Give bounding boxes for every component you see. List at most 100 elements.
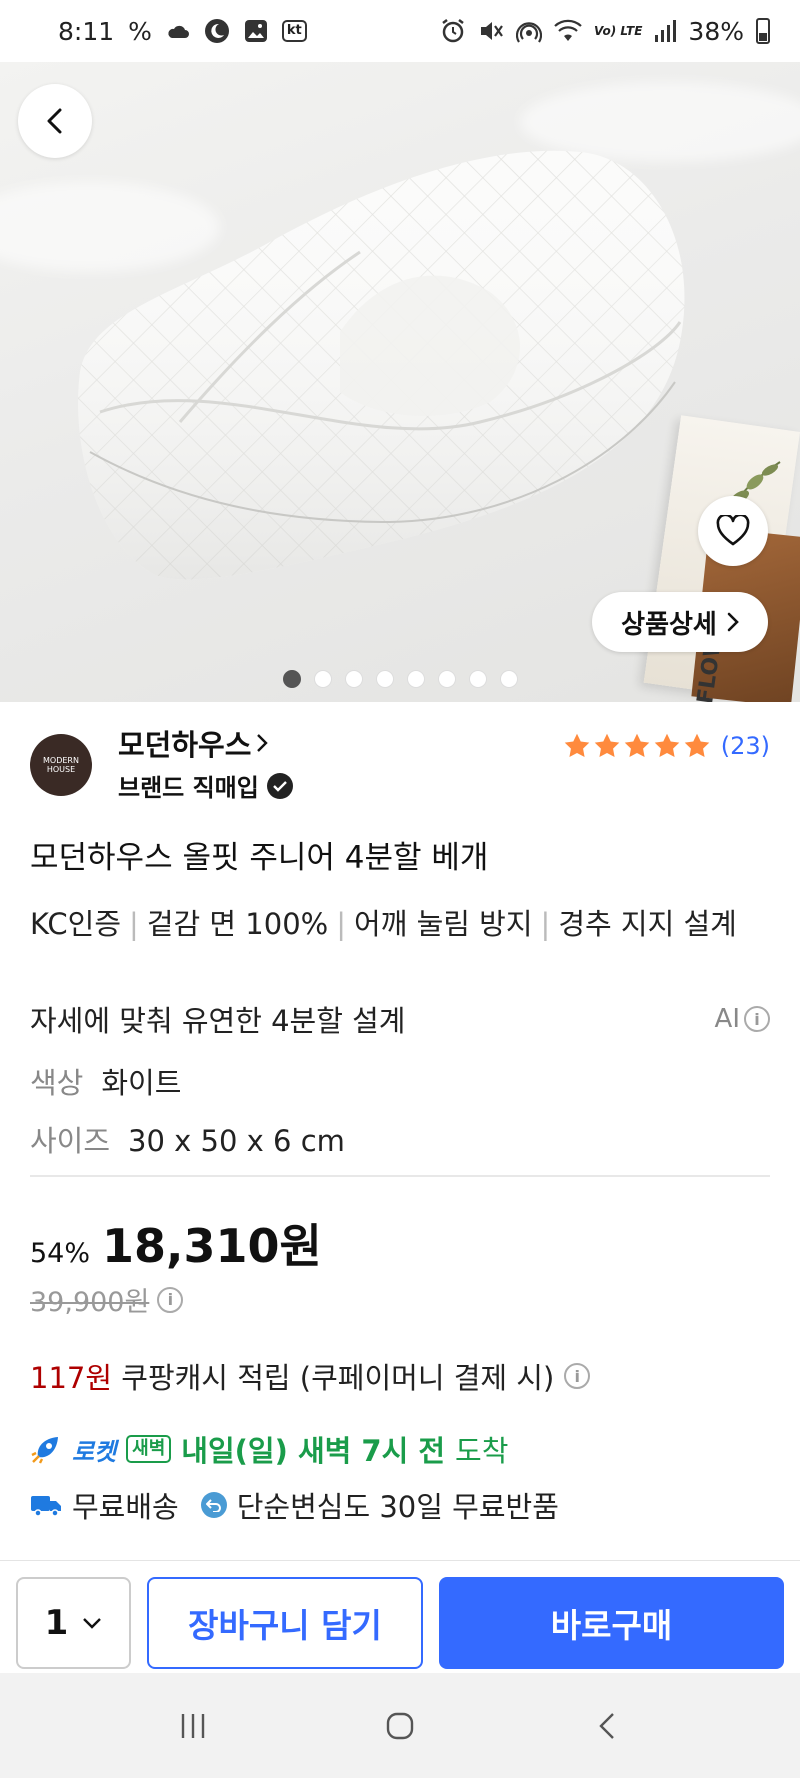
system-nav-bar [0, 1673, 800, 1778]
free-return: 단순변심도 30일 무료반품 [200, 1484, 559, 1526]
option-size: 사이즈 30 x 50 x 6 cm [30, 1118, 345, 1160]
rocket-icon [31, 1437, 58, 1464]
info-icon[interactable]: i [157, 1286, 184, 1313]
carousel-indicator [0, 670, 800, 688]
discount-rate: 54% [30, 1238, 91, 1269]
rocket-label: 로켓 [72, 1437, 117, 1466]
carousel-dot [344, 670, 363, 688]
feature-tags: KC인증 | 겉감 면 100% | 어깨 눌림 방지 | 경추 지지 설계 [30, 898, 770, 950]
service-row: 무료배송 단순변심도 30일 무료반품 [30, 1484, 569, 1526]
divider [30, 1175, 770, 1177]
arrival-time: 내일(일) 새벽 7시 전 [181, 1434, 446, 1468]
battery-percent: 38% [688, 16, 744, 46]
carousel-dot [375, 670, 394, 688]
free-return-label: 단순변심도 30일 무료반품 [236, 1490, 559, 1524]
info-icon: i [744, 1006, 770, 1032]
volte-label: Vo) LTE [594, 24, 643, 38]
product-detail-label: 상품상세 [621, 609, 717, 640]
gallery-icon [244, 17, 268, 45]
percent-icon: % [128, 16, 152, 46]
carousel-dot [406, 670, 425, 688]
feature-tag: KC인증 [30, 907, 122, 941]
carousel-dot [468, 670, 487, 688]
system-back-button[interactable] [577, 1701, 637, 1751]
star-icon [594, 733, 619, 757]
dawn-tag: 새벽 [126, 1435, 172, 1463]
status-bar: 8:11 % kt Vo) LTE 38% [0, 0, 800, 62]
option-key: 사이즈 [30, 1124, 111, 1158]
recent-apps-icon [182, 1713, 205, 1738]
back-button[interactable] [18, 84, 92, 158]
pillow-image [78, 150, 685, 580]
seller-subtitle: 브랜드 직매입 [118, 774, 259, 802]
option-key: 색상 [30, 1066, 84, 1100]
recent-apps-button[interactable] [163, 1701, 223, 1751]
home-icon [386, 1712, 414, 1739]
mute-icon [478, 17, 504, 45]
product-detail-button[interactable]: 상품상세 [592, 592, 768, 652]
info-icon[interactable]: i [564, 1363, 591, 1389]
wishlist-button[interactable] [698, 496, 768, 566]
seller-row: MODERN HOUSE 모던하우스 브랜드 직매입 (23) [30, 722, 770, 806]
alarm-icon [440, 17, 466, 45]
add-to-cart-button[interactable]: 장바구니 담기 [147, 1577, 423, 1669]
feature-separator: | [540, 907, 551, 941]
truck-icon [31, 1496, 61, 1517]
review-count: (23) [720, 732, 770, 760]
carousel-dot [282, 670, 301, 688]
feature-tag: 경추 지지 설계 [558, 907, 737, 941]
star-icon [684, 733, 709, 757]
carousel-dot [313, 670, 332, 688]
wifi-icon [554, 17, 582, 45]
chevron-down-icon [83, 1618, 102, 1629]
original-price-row: 39,900원 i [30, 1280, 184, 1319]
cash-reward-row: 117원 쿠팡캐시 적립 (쿠페이머니 결제 시) i [30, 1355, 591, 1397]
signal-icon [654, 17, 677, 45]
star-icon [624, 733, 649, 757]
price-row: 54% 18,310원 [30, 1210, 322, 1276]
ai-summary-row: 자세에 맞춰 유연한 4분할 설계 AI i [30, 998, 770, 1040]
cloud-icon [166, 17, 190, 45]
home-button[interactable] [370, 1701, 430, 1751]
star-rating [563, 732, 711, 760]
product-title: 모던하우스 올핏 주니어 4분할 베개 [30, 840, 489, 876]
chevron-left-icon [47, 108, 62, 134]
delivery-row: 로켓 새벽 내일(일) 새벽 7시 전 도착 [30, 1428, 508, 1470]
carousel-dot [437, 670, 456, 688]
feature-separator: | [336, 907, 346, 941]
carousel-dot [499, 670, 518, 688]
ai-info-button[interactable]: AI i [715, 998, 770, 1040]
option-value: 30 x 50 x 6 cm [128, 1124, 345, 1158]
free-shipping-label: 무료배송 [72, 1490, 179, 1524]
hotspot-icon [516, 17, 543, 45]
ai-summary-text: 자세에 맞춰 유연한 4분할 설계 [30, 1004, 406, 1038]
quantity-value: 1 [44, 1603, 69, 1643]
purchase-bar: 1 장바구니 담기 바로구매 [0, 1560, 800, 1673]
option-value: 화이트 [101, 1066, 182, 1100]
original-price: 39,900원 [30, 1287, 150, 1318]
rating-summary[interactable]: (23) [563, 732, 770, 760]
return-icon [200, 1492, 227, 1518]
feature-tag: 겉감 면 100% [146, 907, 329, 941]
back-icon [598, 1712, 614, 1739]
option-color: 색상 화이트 [30, 1060, 181, 1102]
seller-name: 모던하우스 [118, 728, 252, 762]
feature-tag: 어깨 눌림 방지 [354, 907, 533, 941]
quantity-select[interactable]: 1 [16, 1577, 131, 1669]
ai-label: AI [714, 1004, 740, 1034]
cash-amount: 117원 [30, 1361, 113, 1395]
buy-now-button[interactable]: 바로구매 [439, 1577, 784, 1669]
feature-separator: | [129, 907, 139, 941]
star-icon [654, 733, 679, 757]
status-time: 8:11 [58, 16, 115, 46]
seller-logo[interactable]: MODERN HOUSE [30, 734, 92, 796]
star-icon [564, 733, 589, 757]
moon-icon [204, 17, 230, 45]
arrival-suffix: 도착 [455, 1434, 509, 1468]
chevron-right-icon [257, 734, 269, 752]
sale-price: 18,310원 [102, 1219, 322, 1273]
verified-check-icon [266, 772, 293, 799]
cash-text: 쿠팡캐시 적립 (쿠페이머니 결제 시) [121, 1361, 555, 1395]
seller-subtitle-row: 브랜드 직매입 [118, 768, 293, 803]
seller-name-link[interactable]: 모던하우스 [118, 722, 269, 764]
